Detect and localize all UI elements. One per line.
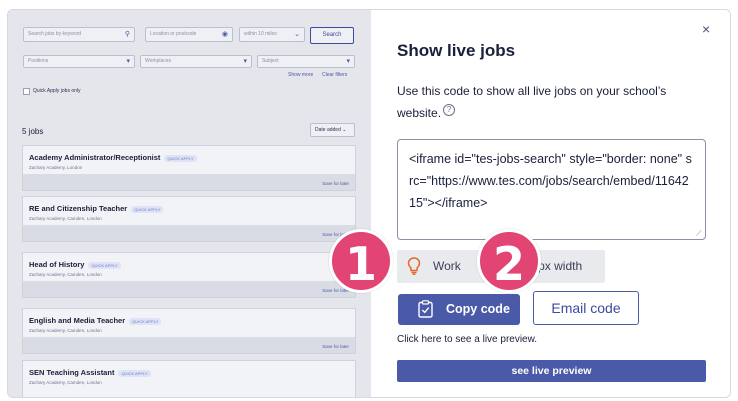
resize-handle-icon[interactable]: ⟋	[696, 229, 702, 239]
chevron-down-icon: ▾	[126, 58, 130, 65]
job-card[interactable]: Head of History QUICK APPLY Zachary Acade…	[22, 252, 356, 298]
see-live-preview-button[interactable]: see live preview	[397, 360, 706, 382]
job-title: SEN Teaching Assistant	[29, 368, 115, 377]
job-card[interactable]: RE and Citizenship Teacher QUICK APPLY Za…	[22, 196, 356, 242]
chevron-down-icon: ▾	[346, 58, 350, 65]
quick-apply-badge: QUICK APPLY	[129, 317, 162, 325]
search-button[interactable]: Search	[310, 27, 354, 44]
job-title: RE and Citizenship Teacher	[29, 204, 128, 213]
close-icon[interactable]: ×	[702, 22, 710, 36]
job-card-footer	[23, 337, 355, 353]
quick-apply-badge: QUICK APPLY	[131, 205, 164, 213]
job-school: Zachary Academy, Camden, London	[29, 380, 102, 385]
clipboard-check-icon	[418, 300, 433, 318]
keyword-search-input[interactable]: Search jobs by keyword ⚲	[23, 27, 135, 42]
positions-label: Positions	[28, 58, 49, 64]
save-for-later-button[interactable]: Save for later	[322, 181, 349, 186]
job-title: Head of History	[29, 260, 85, 269]
jobs-preview-panel: Search jobs by keyword ⚲ Location or pos…	[8, 10, 371, 397]
job-school: Zachary Academy, Camden, London	[29, 216, 102, 221]
panel-description: Use this code to show all live jobs on y…	[397, 80, 707, 124]
help-icon[interactable]: ?	[443, 104, 456, 116]
lightbulb-icon	[407, 257, 421, 275]
location-input[interactable]: Location or postcode ◉	[145, 27, 233, 42]
workplaces-select[interactable]: Workplaces ▾	[140, 55, 252, 68]
job-school: Zachary Academy, Camden, London	[29, 328, 102, 333]
workplaces-label: Workplaces	[145, 58, 172, 64]
job-title: English and Media Teacher	[29, 316, 126, 325]
step-marker-1: 1	[329, 229, 393, 293]
keyword-placeholder: Search jobs by keyword	[28, 31, 82, 37]
subject-label: Subject	[262, 58, 279, 64]
job-title: Academy Administrator/Receptionist	[29, 153, 161, 162]
quick-apply-badge: QUICK APPLY	[164, 154, 197, 162]
location-pin-icon: ◉	[221, 31, 228, 38]
quick-apply-badge: QUICK APPLY	[88, 261, 121, 269]
save-for-later-button[interactable]: Save for later	[322, 344, 349, 349]
job-card[interactable]: English and Media Teacher QUICK APPLY Zac…	[22, 308, 356, 354]
quick-apply-badge: QUICK APPLY	[118, 369, 151, 377]
step-marker-2: 2	[477, 229, 541, 293]
job-card[interactable]: Academy Administrator/Receptionist QUICK …	[22, 145, 356, 191]
tip-text-left: Work	[433, 259, 461, 273]
results-count: 5 jobs	[22, 127, 44, 136]
location-placeholder: Location or postcode	[150, 31, 197, 37]
live-preview-hint: Click here to see a live preview.	[397, 334, 538, 345]
sort-select[interactable]: Date added ⌄	[310, 123, 355, 137]
search-icon: ⚲	[124, 31, 130, 38]
job-card-footer	[23, 174, 355, 190]
subject-select[interactable]: Subject ▾	[257, 55, 355, 68]
job-card-footer	[23, 225, 355, 241]
copy-code-label: Copy code	[446, 302, 510, 316]
chevron-down-icon: ▾	[243, 58, 247, 65]
job-card-footer	[23, 281, 355, 297]
quick-apply-checkbox[interactable]	[23, 88, 30, 95]
clear-filters-link[interactable]: Clear filters	[322, 72, 347, 78]
embed-code-textarea[interactable]: <iframe id="tes-jobs-search" style="bord…	[397, 139, 706, 240]
copy-code-button[interactable]: Copy code	[398, 294, 520, 325]
job-school: Zachary Academy, London	[29, 165, 83, 170]
description-text: Use this code to show all live jobs on y…	[397, 84, 667, 120]
page: Search jobs by keyword ⚲ Location or pos…	[0, 0, 738, 401]
radius-value: within 10 miles	[244, 31, 277, 37]
email-code-button[interactable]: Email code	[533, 291, 639, 325]
panel-title: Show live jobs	[397, 41, 516, 60]
show-more-link[interactable]: Show more	[288, 72, 313, 78]
radius-select[interactable]: within 10 miles ⌄	[239, 27, 305, 42]
job-school: Zachary Academy, Camden, London	[29, 272, 102, 277]
sort-value: Date added	[315, 127, 341, 133]
job-card[interactable]: SEN Teaching Assistant QUICK APPLY Zachar…	[22, 360, 356, 397]
quick-apply-label: Quick Apply jobs only	[33, 88, 81, 94]
chevron-down-icon: ⌄	[294, 31, 300, 38]
positions-select[interactable]: Positions ▾	[23, 55, 135, 68]
